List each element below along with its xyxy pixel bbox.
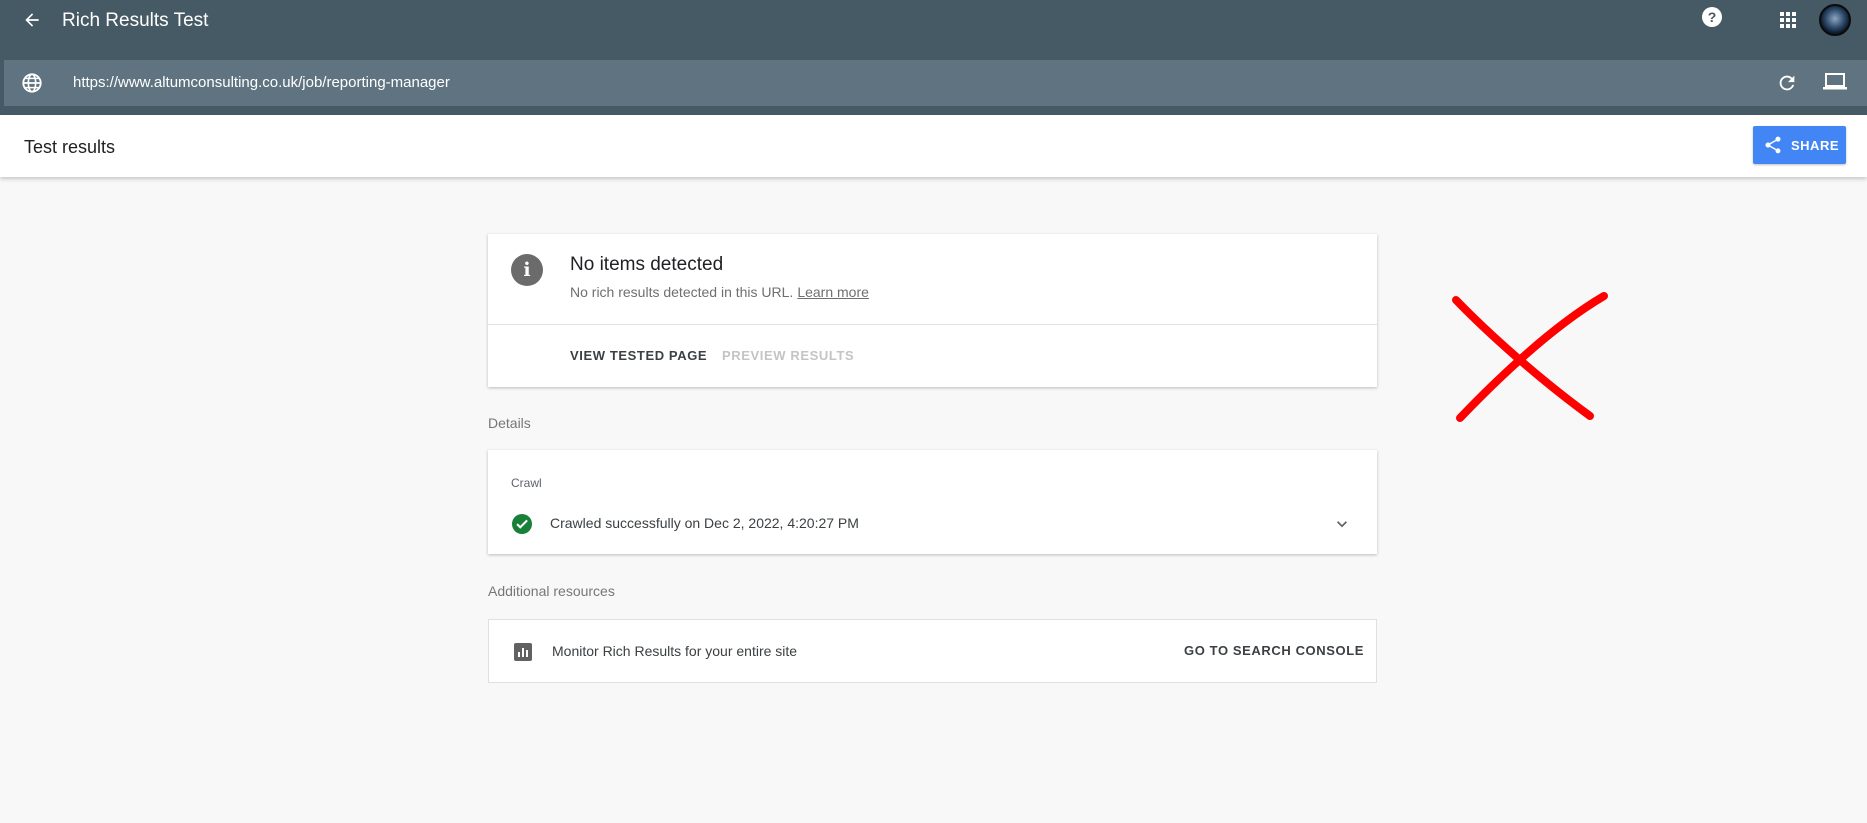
chevron-down-icon[interactable] <box>1332 514 1352 534</box>
laptop-icon[interactable] <box>1822 71 1848 93</box>
learn-more-link[interactable]: Learn more <box>797 284 869 300</box>
share-icon <box>1765 136 1781 154</box>
check-circle-icon <box>512 514 532 534</box>
info-icon: i <box>511 254 543 286</box>
go-to-search-console-button[interactable]: GO TO SEARCH CONSOLE <box>1184 643 1364 658</box>
crawl-card[interactable]: Crawl Crawled successfully on Dec 2, 202… <box>488 450 1377 554</box>
monitor-text: Monitor Rich Results for your entire sit… <box>552 643 798 659</box>
summary-card: i No items detected No rich results dete… <box>488 234 1377 387</box>
details-heading: Details <box>488 415 531 431</box>
bar-chart-icon <box>514 643 532 661</box>
app-title: Rich Results Test <box>62 10 209 31</box>
summary-subtitle-text: No rich results detected in this URL. <box>570 284 794 300</box>
results-header: Test results SHARE <box>0 115 1867 177</box>
app-bar-row: Rich Results Test ? <box>0 0 1867 44</box>
refresh-icon[interactable] <box>1776 72 1798 94</box>
arrow-back-icon <box>25 13 39 27</box>
summary-title: No items detected <box>570 254 724 275</box>
red-x-annotation <box>1452 292 1608 422</box>
summary-subtitle: No rich results detected in this URL. Lea… <box>570 284 869 300</box>
avatar[interactable] <box>1819 4 1851 36</box>
additional-resources-heading: Additional resources <box>488 583 615 599</box>
crawl-caption: Crawl <box>511 476 542 490</box>
help-icon[interactable]: ? <box>1702 7 1722 27</box>
page-title: Test results <box>24 137 116 157</box>
globe-icon <box>22 73 42 93</box>
url-bar[interactable]: https://www.altumconsulting.co.uk/job/re… <box>4 60 1867 106</box>
preview-results-button[interactable]: PREVIEW RESULTS <box>722 348 854 363</box>
resources-card: Monitor Rich Results for your entire sit… <box>488 619 1377 683</box>
apps-grid-icon[interactable] <box>1779 11 1797 29</box>
app-bar: Rich Results Test ? https://www.altumcon… <box>0 0 1867 115</box>
divider <box>488 324 1377 325</box>
share-label: SHARE <box>1791 137 1840 153</box>
url-text[interactable]: https://www.altumconsulting.co.uk/job/re… <box>73 74 450 91</box>
crawl-status: Crawled successfully on Dec 2, 2022, 4:2… <box>550 515 859 531</box>
view-tested-page-button[interactable]: VIEW TESTED PAGE <box>570 348 707 363</box>
back-button[interactable] <box>18 6 46 34</box>
share-button[interactable]: SHARE <box>1753 126 1846 164</box>
